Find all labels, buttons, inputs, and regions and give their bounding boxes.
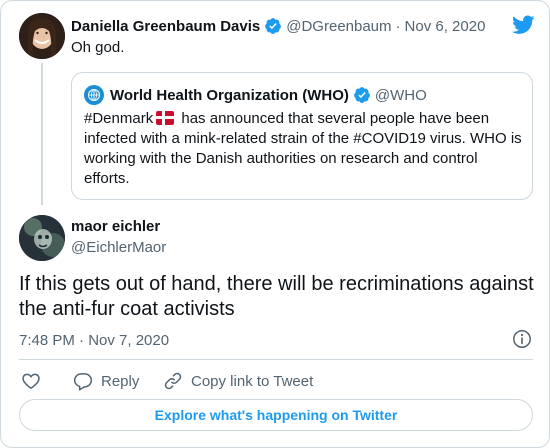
- quoted-tweet-text: #Denmark has announced that several peop…: [84, 109, 524, 189]
- heart-icon: [22, 373, 40, 389]
- copy-link-button[interactable]: Copy link to Tweet: [163, 371, 313, 391]
- main-tweet-timestamp[interactable]: 7:48 PM · Nov 7, 2020: [19, 332, 169, 349]
- parent-author-handle[interactable]: @DGreenbaum: [286, 18, 391, 35]
- parent-tweet-date[interactable]: Nov 6, 2020: [405, 18, 486, 35]
- quoted-tweet[interactable]: World Health Organization (WHO) @WHO #De…: [71, 72, 533, 200]
- quoted-tweet-header: World Health Organization (WHO) @WHO: [84, 85, 427, 105]
- verified-badge-icon: [354, 87, 370, 103]
- reply-icon: [73, 373, 93, 391]
- main-author-avatar[interactable]: [19, 215, 65, 261]
- thread-connector-line: [41, 63, 43, 205]
- link-icon: [164, 372, 182, 390]
- main-tweet-text: If this gets out of hand, there will be …: [19, 273, 534, 320]
- divider: [19, 359, 533, 360]
- explore-twitter-button[interactable]: Explore what's happening on Twitter: [19, 399, 533, 431]
- main-author-handle[interactable]: @EichlerMaor: [71, 239, 166, 256]
- header-separator: ·: [395, 17, 401, 35]
- like-button[interactable]: [21, 371, 49, 391]
- reply-label: Reply: [101, 372, 140, 390]
- parent-author-name[interactable]: Daniella Greenbaum Davis: [71, 18, 260, 35]
- copy-link-label: Copy link to Tweet: [191, 372, 314, 390]
- tweet-embed-card: Daniella Greenbaum Davis @DGreenbaum · N…: [0, 0, 550, 448]
- reply-button[interactable]: Reply: [73, 371, 139, 391]
- verified-badge-icon: [265, 18, 282, 34]
- hashtag-denmark[interactable]: #Denmark: [84, 110, 153, 127]
- parent-tweet-header: Daniella Greenbaum Davis @DGreenbaum · N…: [71, 17, 485, 35]
- parent-author-avatar[interactable]: [19, 13, 65, 59]
- who-logo-icon: [84, 85, 104, 105]
- twitter-bird-icon[interactable]: [512, 15, 535, 35]
- quoted-author-name: World Health Organization (WHO): [110, 86, 349, 104]
- quoted-author-handle: @WHO: [374, 86, 427, 104]
- main-author-name[interactable]: maor eichler: [71, 218, 160, 235]
- denmark-flag-icon: [156, 111, 175, 125]
- parent-tweet-text: Oh god.: [71, 39, 125, 56]
- info-icon[interactable]: [512, 329, 532, 349]
